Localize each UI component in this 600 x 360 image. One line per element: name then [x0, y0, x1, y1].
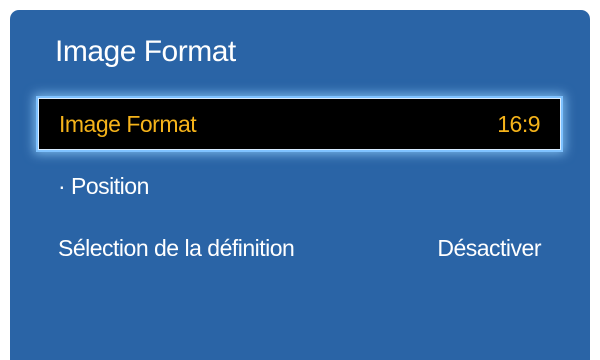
menu-item-position[interactable]: · Position — [38, 160, 561, 212]
image-format-menu-panel: Image Format Image Format 16:9 · Positio… — [10, 10, 590, 360]
panel-title: Image Format — [55, 35, 236, 68]
menu-item-image-format[interactable]: Image Format 16:9 — [38, 98, 561, 150]
menu-item-value: Désactiver — [437, 234, 541, 261]
menu-item-resolution-selection[interactable]: Sélection de la définition Désactiver — [38, 222, 561, 274]
menu-item-value: 16:9 — [497, 110, 540, 137]
menu-item-label: Image Format — [59, 110, 197, 137]
menu-item-label: · Position — [58, 172, 149, 199]
menu-item-label: Sélection de la définition — [58, 234, 295, 261]
